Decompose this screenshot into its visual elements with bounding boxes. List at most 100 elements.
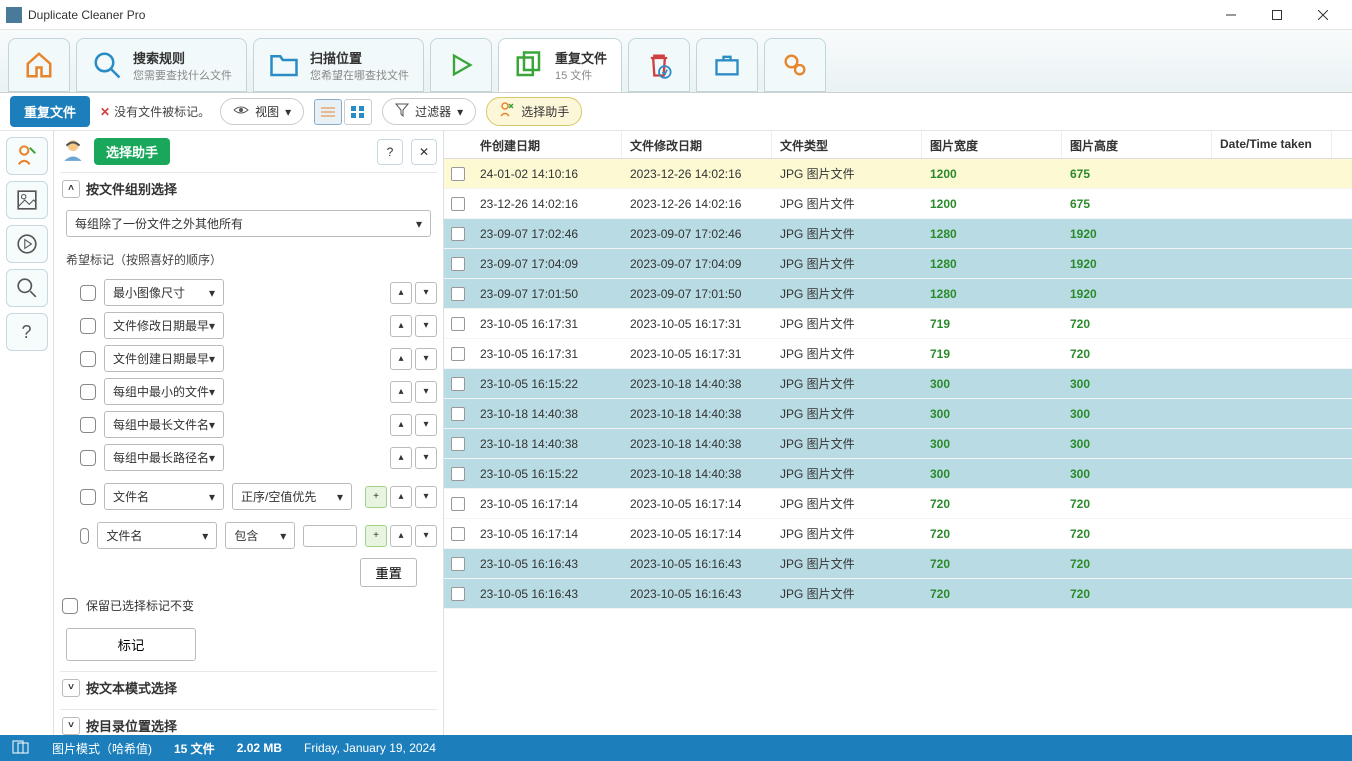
- rule-checkbox[interactable]: [80, 528, 89, 544]
- move-down-button[interactable]: ▾: [415, 381, 437, 403]
- sidebar-close-button[interactable]: ✕: [411, 139, 437, 165]
- row-checkbox[interactable]: [451, 557, 465, 571]
- contains-input[interactable]: [303, 525, 357, 547]
- table-row[interactable]: 23-10-05 16:17:31 2023-10-05 16:17:31 JP…: [444, 339, 1352, 369]
- filename-dropdown[interactable]: 文件名▾: [104, 483, 224, 510]
- col-height[interactable]: 图片高度: [1062, 131, 1212, 158]
- row-checkbox[interactable]: [451, 467, 465, 481]
- move-up-button[interactable]: ▴: [390, 282, 412, 304]
- contains-dropdown[interactable]: 包含▾: [225, 522, 295, 549]
- move-down-button[interactable]: ▾: [415, 348, 437, 370]
- table-row[interactable]: 23-09-07 17:04:09 2023-09-07 17:04:09 JP…: [444, 249, 1352, 279]
- tab-duplicates[interactable]: 重复文件15 文件: [498, 38, 622, 92]
- rule-dropdown[interactable]: 每组中最长文件名▾: [104, 411, 224, 438]
- section-group-select[interactable]: ˄ 按文件组别选择: [60, 172, 437, 204]
- tab-scan[interactable]: [430, 38, 492, 92]
- table-row[interactable]: 24-01-02 14:10:16 2023-12-26 14:02:16 JP…: [444, 159, 1352, 189]
- row-checkbox[interactable]: [451, 347, 465, 361]
- rule-dropdown[interactable]: 最小图像尺寸▾: [104, 279, 224, 306]
- add-button[interactable]: +: [365, 486, 387, 508]
- move-up-button[interactable]: ▴: [390, 348, 412, 370]
- col-type[interactable]: 文件类型: [772, 131, 922, 158]
- move-down-button[interactable]: ▾: [415, 414, 437, 436]
- group-mode-dropdown[interactable]: 每组除了一份文件之外其他所有▾: [66, 210, 431, 237]
- view-dropdown[interactable]: 视图 ▾: [220, 98, 304, 125]
- table-row[interactable]: 23-10-05 16:17:31 2023-10-05 16:17:31 JP…: [444, 309, 1352, 339]
- rule-checkbox[interactable]: [80, 489, 96, 505]
- rule-dropdown[interactable]: 文件修改日期最早▾: [104, 312, 224, 339]
- row-checkbox[interactable]: [451, 407, 465, 421]
- row-checkbox[interactable]: [451, 437, 465, 451]
- rail-assistant-button[interactable]: [6, 137, 48, 175]
- section-text-select[interactable]: ˅ 按文本模式选择: [60, 671, 437, 703]
- rule-checkbox[interactable]: [80, 351, 96, 367]
- reset-button[interactable]: 重置: [360, 558, 417, 587]
- table-row[interactable]: 23-09-07 17:01:50 2023-09-07 17:01:50 JP…: [444, 279, 1352, 309]
- table-row[interactable]: 23-10-18 14:40:38 2023-10-18 14:40:38 JP…: [444, 399, 1352, 429]
- tab-home[interactable]: [8, 38, 70, 92]
- table-row[interactable]: 23-10-18 14:40:38 2023-10-18 14:40:38 JP…: [444, 429, 1352, 459]
- row-checkbox[interactable]: [451, 167, 465, 181]
- rule-checkbox[interactable]: [80, 384, 96, 400]
- row-checkbox[interactable]: [451, 527, 465, 541]
- rule-dropdown[interactable]: 每组中最小的文件▾: [104, 378, 224, 405]
- move-up-button[interactable]: ▴: [390, 486, 412, 508]
- rail-search-button[interactable]: [6, 269, 48, 307]
- rule-checkbox[interactable]: [80, 285, 96, 301]
- tab-delete[interactable]: [628, 38, 690, 92]
- close-button[interactable]: [1300, 0, 1346, 30]
- table-row[interactable]: 23-10-05 16:16:43 2023-10-05 16:16:43 JP…: [444, 549, 1352, 579]
- list-view-button[interactable]: [314, 99, 342, 125]
- move-down-button[interactable]: ▾: [415, 282, 437, 304]
- mark-button[interactable]: 标记: [66, 628, 196, 661]
- maximize-button[interactable]: [1254, 0, 1300, 30]
- row-checkbox[interactable]: [451, 497, 465, 511]
- move-up-button[interactable]: ▴: [390, 414, 412, 436]
- col-modified[interactable]: 文件修改日期: [622, 131, 772, 158]
- sort-dropdown[interactable]: 正序/空值优先▾: [232, 483, 352, 510]
- table-row[interactable]: 23-12-26 14:02:16 2023-12-26 14:02:16 JP…: [444, 189, 1352, 219]
- row-checkbox[interactable]: [451, 197, 465, 211]
- col-datetime[interactable]: Date/Time taken: [1212, 131, 1332, 158]
- move-up-button[interactable]: ▴: [390, 315, 412, 337]
- move-down-button[interactable]: ▾: [415, 525, 437, 547]
- section-dir-select[interactable]: ˅ 按目录位置选择: [60, 709, 437, 735]
- filter-dropdown[interactable]: 过滤器 ▾: [382, 98, 476, 125]
- move-up-button[interactable]: ▴: [390, 447, 412, 469]
- table-row[interactable]: 23-10-05 16:16:43 2023-10-05 16:16:43 JP…: [444, 579, 1352, 609]
- rail-image-button[interactable]: [6, 181, 48, 219]
- row-checkbox[interactable]: [451, 377, 465, 391]
- move-down-button[interactable]: ▾: [415, 486, 437, 508]
- table-row[interactable]: 23-10-05 16:17:14 2023-10-05 16:17:14 JP…: [444, 519, 1352, 549]
- grid-view-button[interactable]: [344, 99, 372, 125]
- rule-checkbox[interactable]: [80, 417, 96, 433]
- tab-scan-location[interactable]: 扫描位置您希望在哪查找文件: [253, 38, 424, 92]
- add-button[interactable]: +: [365, 525, 387, 547]
- col-created[interactable]: 件创建日期: [472, 131, 622, 158]
- assistant-button[interactable]: 选择助手: [486, 97, 582, 126]
- minimize-button[interactable]: [1208, 0, 1254, 30]
- keep-marked-checkbox[interactable]: [62, 598, 78, 614]
- row-checkbox[interactable]: [451, 257, 465, 271]
- table-row[interactable]: 23-09-07 17:02:46 2023-09-07 17:02:46 JP…: [444, 219, 1352, 249]
- move-down-button[interactable]: ▾: [415, 315, 437, 337]
- duplicates-button[interactable]: 重复文件: [10, 96, 90, 127]
- rail-help-button[interactable]: ?: [6, 313, 48, 351]
- row-checkbox[interactable]: [451, 287, 465, 301]
- rule-dropdown[interactable]: 文件创建日期最早▾: [104, 345, 224, 372]
- table-row[interactable]: 23-10-05 16:15:22 2023-10-18 14:40:38 JP…: [444, 369, 1352, 399]
- move-up-button[interactable]: ▴: [390, 381, 412, 403]
- row-checkbox[interactable]: [451, 227, 465, 241]
- col-width[interactable]: 图片宽度: [922, 131, 1062, 158]
- table-row[interactable]: 23-10-05 16:17:14 2023-10-05 16:17:14 JP…: [444, 489, 1352, 519]
- rail-play-button[interactable]: [6, 225, 48, 263]
- table-row[interactable]: 23-10-05 16:15:22 2023-10-18 14:40:38 JP…: [444, 459, 1352, 489]
- move-up-button[interactable]: ▴: [390, 525, 412, 547]
- move-down-button[interactable]: ▾: [415, 447, 437, 469]
- filename-dropdown-2[interactable]: 文件名▾: [97, 522, 217, 549]
- row-checkbox[interactable]: [451, 317, 465, 331]
- rule-dropdown[interactable]: 每组中最长路径名▾: [104, 444, 224, 471]
- row-checkbox[interactable]: [451, 587, 465, 601]
- sidebar-help-button[interactable]: ?: [377, 139, 403, 165]
- tab-settings[interactable]: [764, 38, 826, 92]
